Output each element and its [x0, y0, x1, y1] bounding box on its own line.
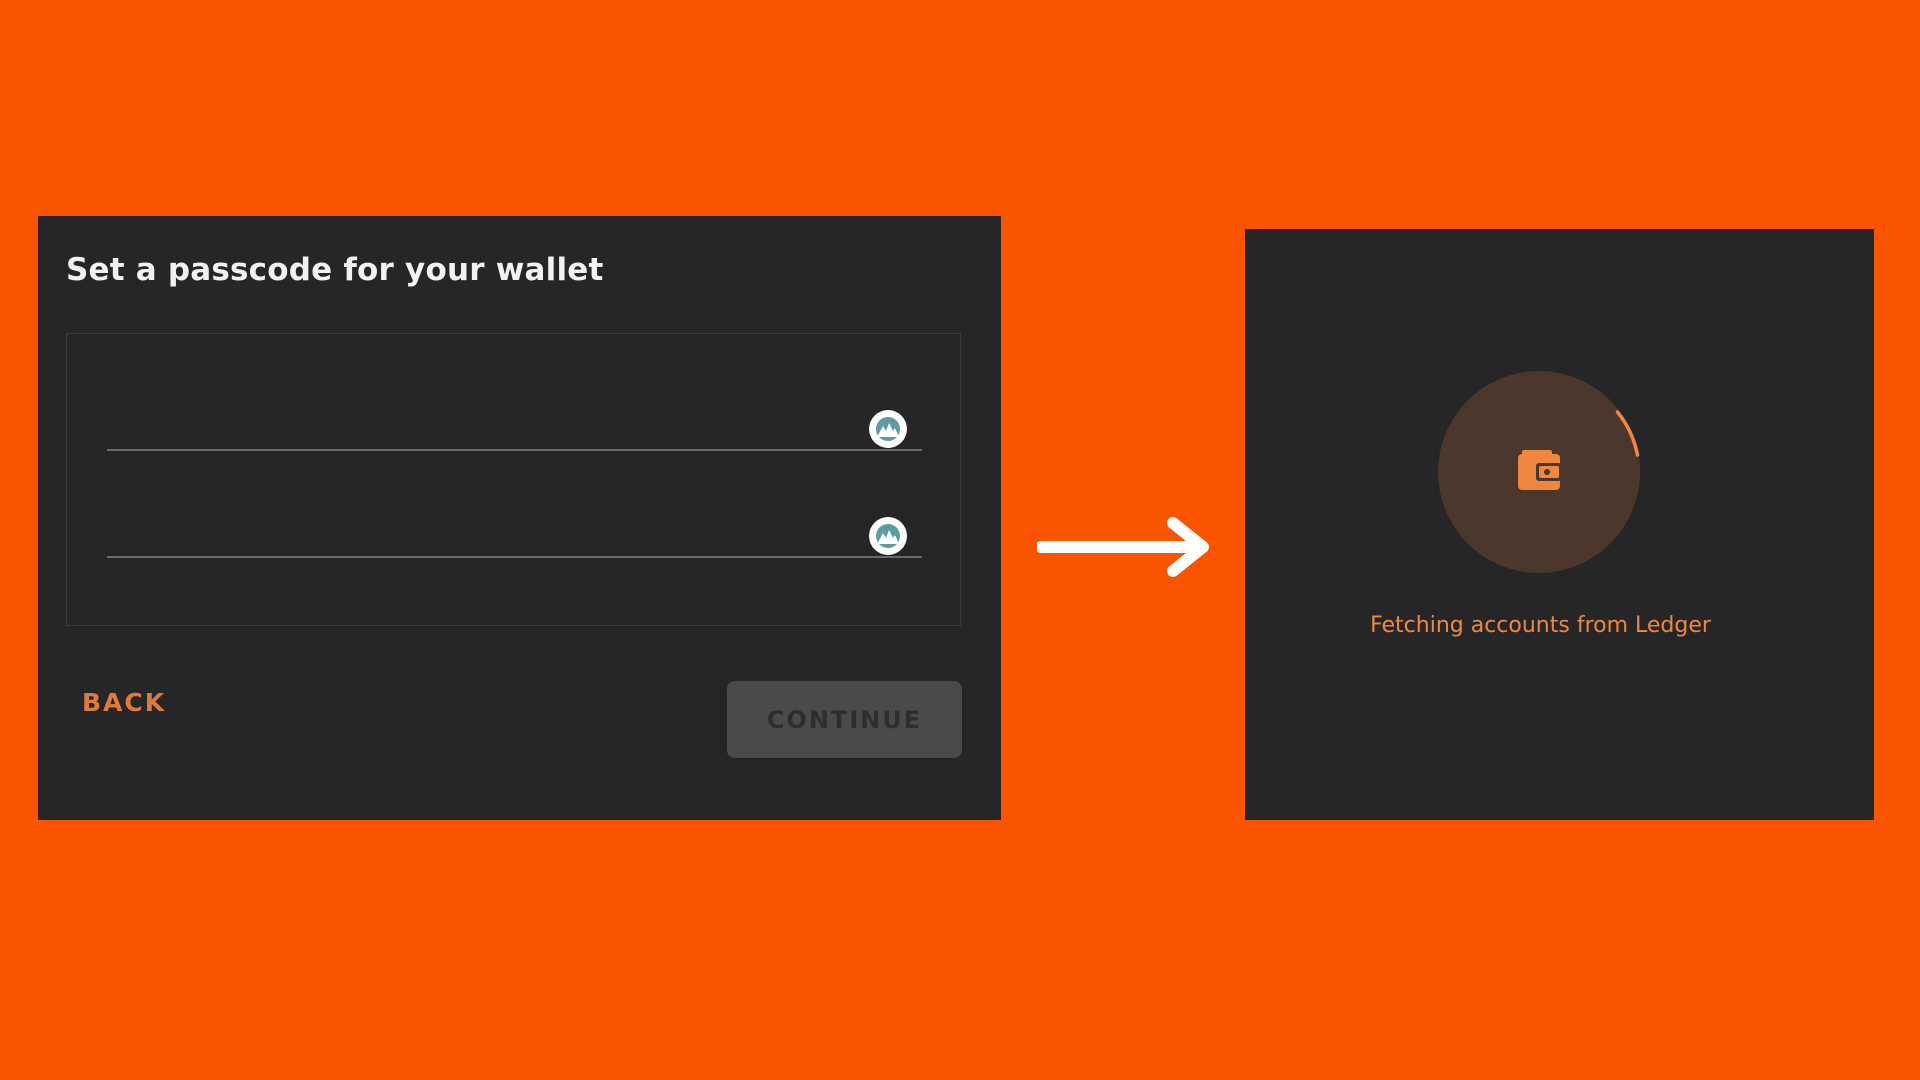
loading-status-text: Fetching accounts from Ledger	[1370, 613, 1711, 638]
back-button[interactable]: BACK	[82, 682, 166, 722]
wallet-icon	[1518, 450, 1562, 490]
continue-button[interactable]: CONTINUE	[727, 681, 962, 758]
visibility-toggle-icon[interactable]	[869, 517, 907, 555]
loading-panel: Fetching accounts from Ledger	[1245, 229, 1874, 820]
passcode-input[interactable]	[107, 405, 871, 449]
confirm-passcode-field[interactable]	[107, 512, 922, 558]
confirm-passcode-input[interactable]	[107, 512, 871, 556]
passcode-panel: Set a passcode for your wallet BACK CONT…	[38, 216, 1001, 820]
right-arrow-icon	[1037, 517, 1209, 577]
visibility-toggle-icon[interactable]	[869, 410, 907, 448]
passcode-field[interactable]	[107, 405, 922, 451]
passcode-fields-box	[66, 333, 961, 626]
page-title: Set a passcode for your wallet	[66, 252, 604, 288]
